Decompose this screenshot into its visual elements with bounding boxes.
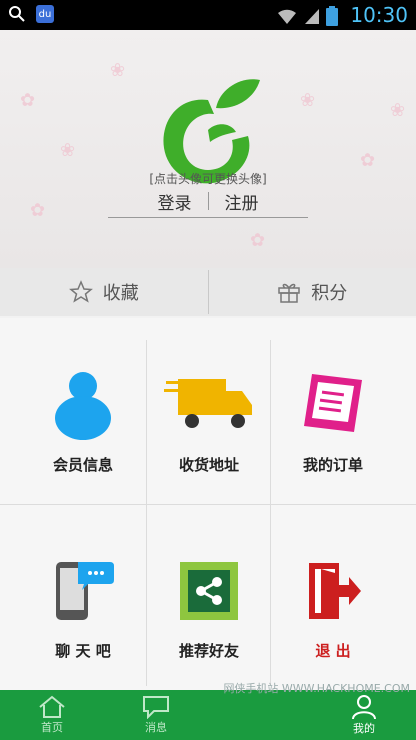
watermark: 网侠手机站 WWW.HACKHOME.COM	[223, 682, 410, 695]
battery-icon	[326, 6, 338, 26]
chat-button[interactable]: 聊 天 吧	[14, 504, 152, 690]
nav-home-label: 首页	[41, 721, 63, 734]
favorites-tab[interactable]: 收藏	[0, 268, 208, 316]
menu-grid: 会员信息 收货地址 我的订单 聊 天 吧 推荐好友 退 出	[0, 318, 416, 690]
auth-underline	[108, 217, 308, 218]
baidu-app-icon: du	[36, 5, 54, 23]
bottom-nav: 首页 消息 我的	[0, 690, 416, 740]
status-bar: du 10:30	[0, 0, 416, 30]
signal-icon	[305, 9, 319, 24]
order-list-icon	[304, 374, 362, 432]
exit-button[interactable]: 退 出	[264, 504, 402, 690]
avatar-hint: [点击头像可更换头像]	[149, 172, 267, 186]
nav-mine-label: 我的	[353, 722, 375, 735]
favorites-label: 收藏	[102, 283, 139, 304]
message-icon	[143, 696, 169, 719]
exit-label: 退 出	[315, 642, 351, 660]
exit-icon	[309, 563, 361, 619]
search-icon	[9, 6, 25, 22]
chat-phone-icon	[56, 562, 114, 620]
home-icon	[39, 695, 65, 718]
nav-mine[interactable]: 我的	[312, 690, 416, 740]
my-orders-label: 我的订单	[302, 456, 363, 474]
profile-header: ✿ ❀ ✿ ❀ ✿ ❀ ✿ ❀ [点击头像可更换头像] 登录 注册	[0, 30, 416, 268]
chat-label: 聊 天 吧	[55, 642, 111, 660]
member-icon	[55, 372, 111, 440]
user-icon	[352, 695, 376, 720]
wifi-icon	[278, 9, 296, 24]
recommend-friends-label: 推荐好友	[178, 642, 239, 660]
shipping-address-label: 收货地址	[178, 456, 239, 474]
points-label: 积分	[311, 283, 348, 304]
recommend-friends-button[interactable]: 推荐好友	[140, 504, 278, 690]
nav-messages[interactable]: 消息	[104, 690, 208, 740]
member-info-button[interactable]: 会员信息	[14, 318, 152, 504]
member-info-label: 会员信息	[52, 456, 113, 474]
my-orders-button[interactable]: 我的订单	[264, 318, 402, 504]
star-icon	[68, 280, 93, 303]
gift-icon	[278, 283, 300, 303]
shipping-address-button[interactable]: 收货地址	[140, 318, 278, 504]
nav-messages-label: 消息	[145, 721, 167, 734]
share-icon	[180, 562, 238, 620]
nav-blank	[208, 690, 312, 740]
nav-home[interactable]: 首页	[0, 690, 104, 740]
login-link[interactable]: 登录	[142, 189, 208, 214]
quick-tabs: 收藏 积分	[0, 268, 416, 316]
auth-row: 登录 注册	[0, 188, 416, 214]
register-link[interactable]: 注册	[209, 189, 275, 214]
points-tab[interactable]: 积分	[209, 268, 416, 316]
delivery-truck-icon	[164, 379, 252, 428]
status-time: 10:30	[350, 3, 408, 27]
